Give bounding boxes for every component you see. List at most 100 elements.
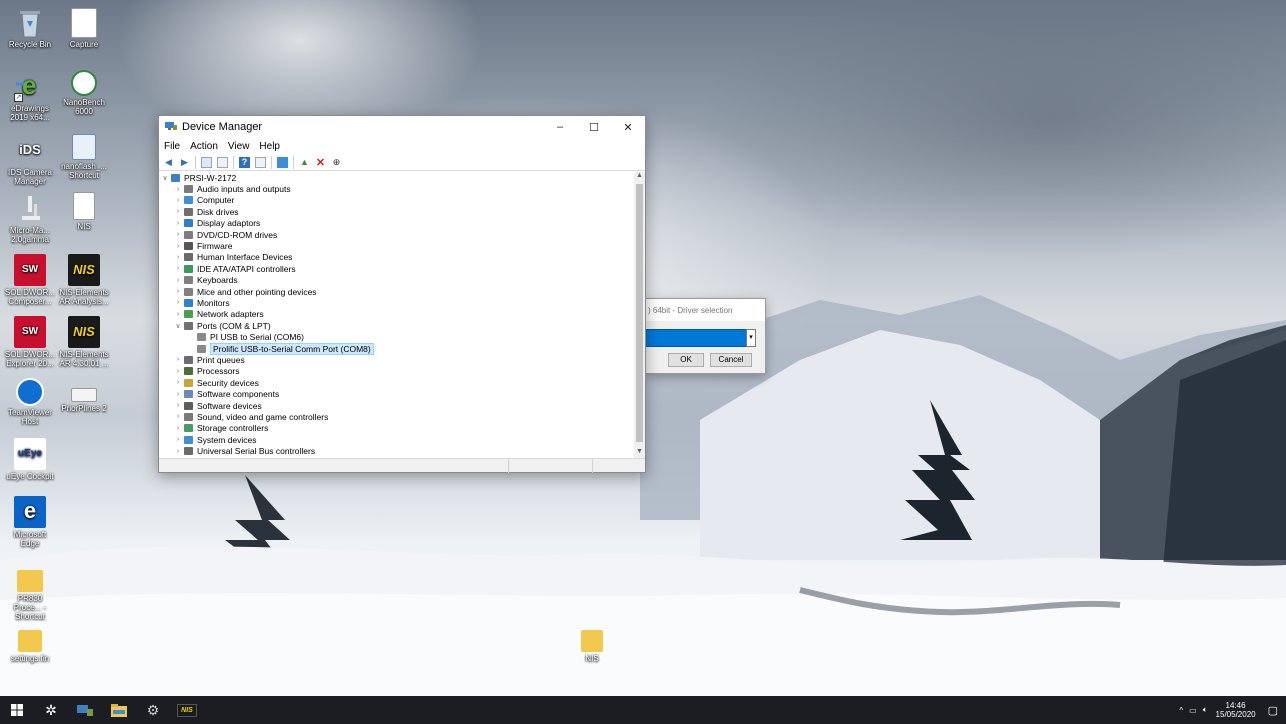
tree-device[interactable]: Prolific USB-to-Serial Comm Port (COM8): [159, 342, 635, 355]
desktop-icon-recycle-bin[interactable]: Recycle Bin: [4, 8, 56, 49]
chevron-down-icon[interactable]: ∨: [161, 174, 169, 182]
tree-category[interactable]: › Display adaptors: [159, 218, 635, 229]
chevron-right-icon[interactable]: ›: [174, 220, 182, 227]
scan-icon[interactable]: ⊕: [331, 157, 342, 168]
chevron-right-icon[interactable]: ›: [174, 231, 182, 238]
tree-category[interactable]: › Software components: [159, 388, 635, 399]
desktop-icon-micro-manager[interactable]: Micro-Ma... 2.0gamma: [4, 192, 56, 244]
chevron-right-icon[interactable]: ›: [174, 311, 182, 318]
device-manager-icon[interactable]: [68, 696, 102, 724]
network-icon[interactable]: ▭: [1189, 706, 1197, 715]
back-icon[interactable]: ◀: [163, 157, 174, 168]
desktop-icon-settings-folder[interactable]: settings.fin: [4, 624, 56, 663]
tree-category[interactable]: › Sound, video and game controllers: [159, 411, 635, 422]
chevron-right-icon[interactable]: ›: [174, 402, 182, 409]
forward-icon[interactable]: ▶: [179, 157, 190, 168]
chevron-right-icon[interactable]: ›: [174, 379, 182, 386]
tree-category[interactable]: › Keyboards: [159, 275, 635, 286]
chevron-right-icon[interactable]: ›: [174, 265, 182, 272]
view-icon[interactable]: [255, 156, 266, 168]
tree-category[interactable]: › Human Interface Devices: [159, 252, 635, 263]
tree-category[interactable]: ∨ Ports (COM & LPT): [159, 320, 635, 331]
tree-category[interactable]: › IDE ATA/ATAPI controllers: [159, 263, 635, 274]
chevron-right-icon[interactable]: ›: [174, 448, 182, 455]
desktop-icon-nanoflash[interactable]: nanoflash_... Shortcut: [58, 134, 110, 180]
desktop-icon-nis-folder[interactable]: NIS: [566, 624, 618, 663]
chevron-right-icon[interactable]: ›: [174, 368, 182, 375]
tree-category[interactable]: › Firmware: [159, 240, 635, 251]
desktop-icon-solidworks-explorer[interactable]: SW SOLIDWOR... Explorer 20...: [4, 316, 56, 368]
desktop-icon-nis-file[interactable]: NIS: [58, 192, 110, 231]
chevron-down-icon[interactable]: ∨: [174, 322, 182, 330]
tree-category[interactable]: › DVD/CD-ROM drives: [159, 229, 635, 240]
desktop-icon-prior[interactable]: PriorPlines 2: [58, 378, 110, 413]
tree-category[interactable]: › Print queues: [159, 354, 635, 365]
tree-category[interactable]: › Network adapters: [159, 309, 635, 320]
clock[interactable]: 14:46 15/05/2020: [1216, 701, 1256, 719]
uninstall-icon[interactable]: ✕: [315, 157, 326, 169]
tree-category[interactable]: › Processors: [159, 366, 635, 377]
desktop-icon-pr830[interactable]: PR830 Proce... - Shortcut: [4, 564, 56, 621]
desktop-icon-teamviewer[interactable]: TeamViewer Host: [4, 378, 56, 426]
menu-file[interactable]: File: [164, 141, 180, 152]
properties-icon[interactable]: [201, 156, 212, 168]
menu-action[interactable]: Action: [190, 141, 218, 152]
chevron-right-icon[interactable]: ›: [174, 356, 182, 363]
desktop-icon-nis-elements-ar2[interactable]: NIS NIS-Elements AR 4.30.01 ...: [58, 316, 110, 368]
update-driver-icon[interactable]: ▲: [299, 157, 310, 168]
cancel-button[interactable]: Cancel: [710, 353, 752, 367]
chevron-right-icon[interactable]: ›: [174, 299, 182, 306]
device-manager-window[interactable]: Device Manager – ☐ ✕ File Action View He…: [158, 115, 646, 473]
close-button[interactable]: ✕: [611, 116, 645, 138]
chevron-right-icon[interactable]: ›: [174, 208, 182, 215]
ok-button[interactable]: OK: [668, 353, 704, 367]
scroll-down-icon[interactable]: ▼: [634, 448, 645, 458]
vertical-scrollbar[interactable]: ▲ ▼: [634, 172, 645, 458]
tree-category[interactable]: › Monitors: [159, 297, 635, 308]
windows-start-icon[interactable]: [0, 696, 34, 724]
desktop-icon-edrawings[interactable]: e ↗ eDrawings 2019 x64...: [4, 70, 56, 122]
tree-category[interactable]: › Computer: [159, 195, 635, 206]
desktop-icon-edge[interactable]: e Microsoft Edge: [4, 496, 56, 548]
tree-category[interactable]: › Software devices: [159, 400, 635, 411]
chevron-right-icon[interactable]: ›: [174, 243, 182, 250]
driver-selection-dialog[interactable]: ) 64bit - Driver selection ▾ OK Cancel: [646, 298, 766, 374]
desktop-icon-nanobench[interactable]: NanoBench 6000: [58, 70, 110, 116]
tree-category[interactable]: › Disk drives: [159, 206, 635, 217]
desktop-icon-nis-elements-ar[interactable]: NIS NIS-Elements AR Analysis...: [58, 254, 110, 306]
tree-category[interactable]: › Mice and other pointing devices: [159, 286, 635, 297]
minimize-button[interactable]: –: [543, 116, 577, 138]
tree-category[interactable]: › Audio inputs and outputs: [159, 183, 635, 194]
chevron-right-icon[interactable]: ›: [174, 391, 182, 398]
desktop-icon-solidworks-composer[interactable]: SW SOLIDWOR... Composer...: [4, 254, 56, 306]
scroll-up-icon[interactable]: ▲: [634, 172, 645, 182]
tree-category[interactable]: › System devices: [159, 434, 635, 445]
desktop-icon-ids-camera[interactable]: iDS IDS Camera Manager: [4, 134, 56, 186]
settings-gear-icon[interactable]: ✲: [34, 696, 68, 724]
chevron-right-icon[interactable]: ›: [174, 425, 182, 432]
chevron-right-icon[interactable]: ›: [174, 254, 182, 261]
tree-category[interactable]: › Storage controllers: [159, 423, 635, 434]
chevron-right-icon[interactable]: ›: [174, 288, 182, 295]
chevron-down-icon[interactable]: ▾: [746, 329, 756, 347]
help-icon[interactable]: ?: [239, 156, 250, 168]
list-icon[interactable]: [217, 156, 228, 168]
chevron-right-icon[interactable]: ›: [174, 186, 182, 193]
chevron-right-icon[interactable]: ›: [174, 436, 182, 443]
tree-device[interactable]: PI USB to Serial (COM6): [159, 331, 635, 342]
chevron-right-icon[interactable]: ›: [174, 277, 182, 284]
nis-icon[interactable]: NIS: [170, 696, 204, 724]
tree-category[interactable]: › Security devices: [159, 377, 635, 388]
chevron-right-icon[interactable]: ›: [174, 197, 182, 204]
menu-help[interactable]: Help: [259, 141, 280, 152]
desktop-icon-ueye[interactable]: uEye uEye Cockpit: [4, 438, 56, 481]
volume-icon[interactable]: 🔈︎: [1203, 705, 1208, 715]
maximize-button[interactable]: ☐: [577, 116, 611, 138]
desktop-icon-capture[interactable]: Capture: [58, 8, 110, 49]
driver-combobox[interactable]: ▾: [646, 329, 756, 347]
tray-chevron-icon[interactable]: ^: [1179, 706, 1183, 715]
file-explorer-icon[interactable]: [102, 696, 136, 724]
chevron-right-icon[interactable]: ›: [174, 413, 182, 420]
monitor-icon[interactable]: [277, 156, 288, 168]
tree-category[interactable]: › Universal Serial Bus controllers: [159, 445, 635, 456]
